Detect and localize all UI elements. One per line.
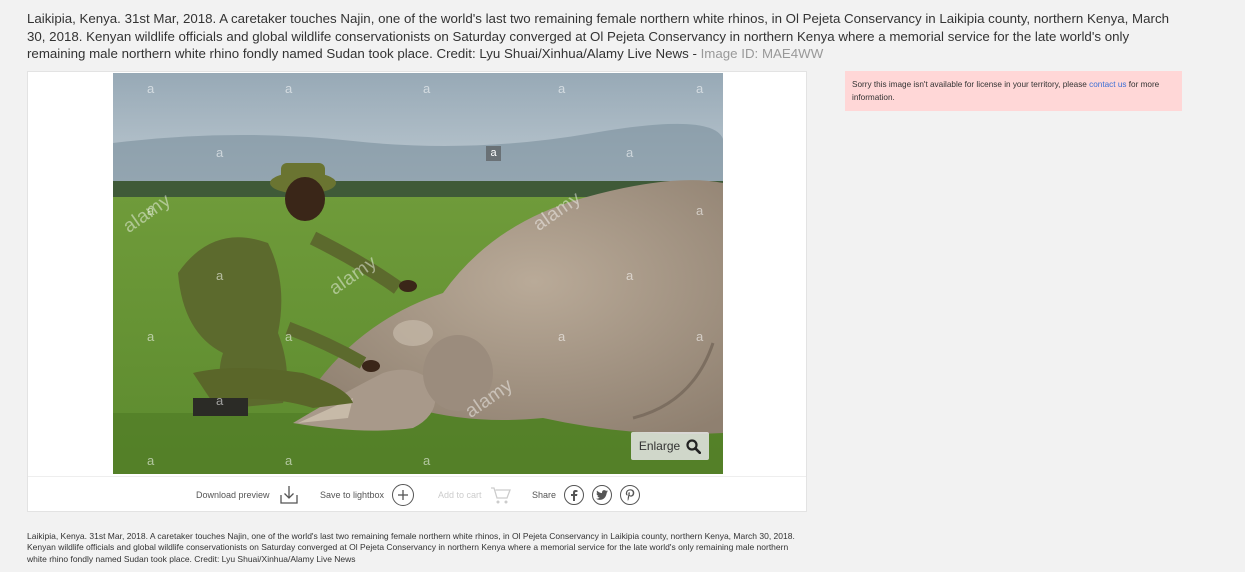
download-icon — [279, 486, 298, 504]
watermark-a: a — [558, 329, 566, 344]
watermark-a: a — [147, 81, 155, 96]
save-to-lightbox-label: Save to lightbox — [320, 490, 385, 500]
notice-text-before: Sorry this image isn't available for lic… — [852, 80, 1090, 89]
watermark-a: a — [696, 81, 704, 96]
add-to-cart-button[interactable]: Add to cart — [438, 477, 512, 513]
pinterest-icon[interactable] — [620, 485, 641, 505]
image-viewer: a a a a a a a a a a a a a a a a a a a a … — [27, 71, 807, 512]
image-caption: Laikipia, Kenya. 31st Mar, 2018. A caret… — [27, 531, 795, 564]
watermark-a: a — [216, 393, 224, 408]
watermark-a: a — [626, 268, 634, 283]
territory-notice: Sorry this image isn't available for lic… — [845, 71, 1182, 111]
enlarge-label: Enlarge — [638, 439, 681, 453]
plus-circle-icon — [392, 484, 415, 506]
enlarge-button[interactable]: Enlarge — [631, 432, 709, 460]
headline-separator: - — [688, 46, 701, 61]
watermark-a: a — [216, 145, 224, 160]
share-group: Share — [532, 477, 641, 513]
cart-icon — [490, 487, 511, 504]
watermark-a: a — [147, 329, 155, 344]
headline-text: Laikipia, Kenya. 31st Mar, 2018. A caret… — [27, 11, 1169, 61]
watermark-a: a — [423, 453, 431, 468]
download-preview-label: Download preview — [196, 490, 270, 500]
image-toolbar: Download preview Save to lightbox Add to… — [28, 476, 806, 513]
add-to-cart-label: Add to cart — [438, 490, 482, 500]
watermark-a: a — [285, 81, 293, 96]
contact-us-link[interactable]: contact us — [1089, 80, 1126, 89]
watermark-a: a — [696, 329, 704, 344]
twitter-icon[interactable] — [592, 485, 613, 505]
watermark-a: a — [423, 81, 431, 96]
watermark-a: a — [696, 203, 704, 218]
watermark-box: a — [486, 146, 501, 161]
watermark-a: a — [285, 453, 293, 468]
watermark-a: a — [216, 268, 224, 283]
image-title: Laikipia, Kenya. 31st Mar, 2018. A caret… — [27, 10, 1177, 63]
share-label: Share — [532, 490, 557, 500]
watermark-a: a — [558, 81, 566, 96]
save-to-lightbox-button[interactable]: Save to lightbox — [320, 477, 415, 513]
watermark-a: a — [147, 453, 155, 468]
magnifier-icon — [686, 438, 702, 454]
main-photo[interactable]: a a a a a a a a a a a a a a a a a a a a … — [113, 73, 723, 474]
download-preview-button[interactable]: Download preview — [196, 477, 300, 513]
image-id-label: Image ID: — [700, 46, 762, 61]
image-id: MAE4WW — [761, 46, 824, 61]
watermark-a: a — [285, 329, 293, 344]
watermark-a: a — [626, 145, 634, 160]
facebook-icon[interactable] — [564, 485, 585, 505]
